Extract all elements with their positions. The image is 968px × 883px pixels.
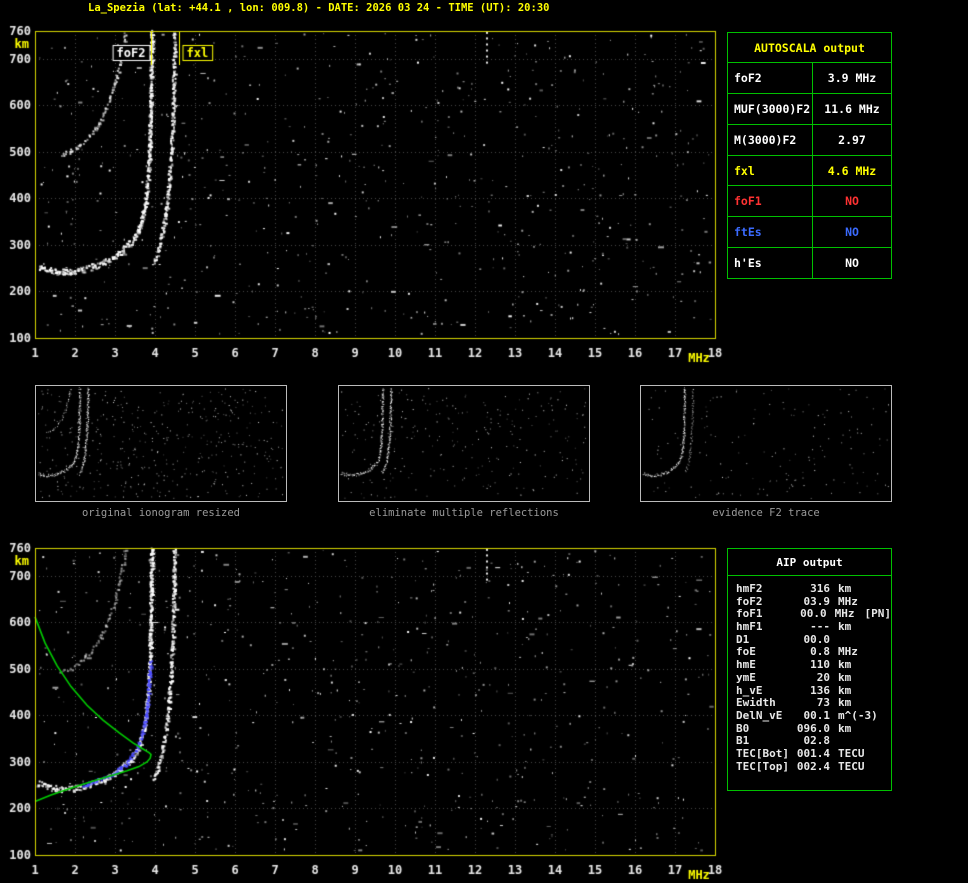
table-row: DelN_vE 00.1 m^(-3)	[736, 708, 891, 723]
param-extra: [PN]	[864, 607, 892, 621]
table-row: TEC[Bot] 001.4 TECU	[736, 746, 891, 761]
table-row: hmE 110 km	[736, 659, 891, 672]
param-name: hmF1	[736, 620, 763, 634]
param-name: DelN_vE	[736, 708, 783, 722]
table-row: h'Es NO	[728, 248, 891, 279]
param-name: Ewidth	[736, 696, 776, 710]
autoscala-output-panel: AUTOSCALA output foF2 3.9 MHz MUF(3000)F2…	[727, 32, 892, 279]
table-row: ftEs NO	[728, 217, 891, 249]
table-row: fxl 4.6 MHz	[728, 155, 891, 187]
table-row: Ewidth 73 km	[736, 697, 891, 710]
main-ionogram-chart	[0, 24, 730, 368]
table-row: hmF2 316 km	[736, 582, 891, 596]
thumbnail-caption: evidence F2 trace	[712, 507, 820, 519]
param-value: 3.9 MHz	[827, 70, 877, 85]
param-value: NO	[845, 194, 859, 209]
param-label: h'Es	[728, 248, 813, 279]
param-value: 110	[810, 658, 830, 672]
param-unit: km	[838, 582, 852, 595]
param-unit: TECU	[838, 759, 865, 773]
param-value: 20	[816, 670, 830, 684]
station-title: La_Spezia (lat: +44.1 , lon: 009.8) - DA…	[88, 2, 550, 14]
autoscala-output-title: AUTOSCALA output	[728, 33, 891, 63]
aip-output-body: hmF2 316 km foF2 03.9 MHz foF1 00.0 MHz [PN] hm…	[728, 576, 891, 773]
param-label: fxl	[728, 155, 813, 186]
param-value: 11.6 MHz	[824, 101, 880, 116]
param-unit: TECU	[838, 746, 865, 760]
param-unit: km	[838, 721, 852, 735]
thumbnail-cleaned-ionogram	[338, 385, 590, 502]
table-row: TEC[Top] 002.4 TECU	[736, 759, 891, 774]
thumbnail-caption: original ionogram resized	[81, 507, 241, 519]
autoscala-output-body: foF2 3.9 MHz MUF(3000)F2 11.6 MHz M(3000)F…	[728, 63, 891, 279]
param-unit: km	[838, 696, 852, 710]
param-unit: km	[838, 620, 852, 634]
aip-output-panel: AIP output hmF2 316 km foF2 03.9 MHz foF1 00.…	[727, 548, 892, 791]
param-value: 4.6 MHz	[827, 163, 877, 178]
table-row: hmF1 --- km	[736, 620, 891, 634]
thumbnail-f2-trace	[640, 385, 892, 502]
table-row: foF2 3.9 MHz	[728, 63, 891, 94]
param-name: TEC[Top]	[736, 759, 789, 773]
param-value: 002.4	[796, 759, 830, 773]
param-unit: m^(-3)	[838, 708, 878, 722]
thumbnail-caption: eliminate multiple reflections	[369, 507, 559, 519]
param-name: TEC[Bot]	[736, 746, 789, 760]
param-value: 73	[816, 696, 830, 710]
param-label: foF1	[728, 186, 813, 217]
param-value: 2.97	[838, 132, 866, 147]
table-row: ymE 20 km	[736, 670, 891, 685]
param-name: hmE	[736, 658, 756, 672]
param-value: 001.4	[796, 746, 830, 760]
param-label: ftEs	[728, 217, 813, 248]
table-row: MUF(3000)F2 11.6 MHz	[728, 93, 891, 125]
param-label: M(3000)F2	[728, 124, 813, 155]
table-row: foF1 NO	[728, 186, 891, 218]
profile-ionogram-chart	[0, 541, 730, 883]
param-value: NO	[845, 225, 859, 240]
param-label: MUF(3000)F2	[728, 93, 813, 124]
param-value: ---	[810, 620, 830, 634]
param-value: NO	[845, 256, 859, 271]
param-unit: km	[838, 670, 852, 684]
thumbnail-original-ionogram	[35, 385, 287, 502]
param-value: 316	[810, 582, 830, 595]
param-value: 00.1	[803, 708, 831, 722]
param-unit: km	[838, 658, 852, 672]
aip-output-title: AIP output	[728, 549, 891, 576]
table-row: M(3000)F2 2.97	[728, 124, 891, 156]
autoscala-window: La_Spezia (lat: +44.1 , lon: 009.8) - DA…	[0, 0, 968, 883]
param-label: foF2	[728, 63, 813, 93]
param-name: ymE	[736, 670, 756, 684]
param-name: hmF2	[736, 582, 763, 595]
